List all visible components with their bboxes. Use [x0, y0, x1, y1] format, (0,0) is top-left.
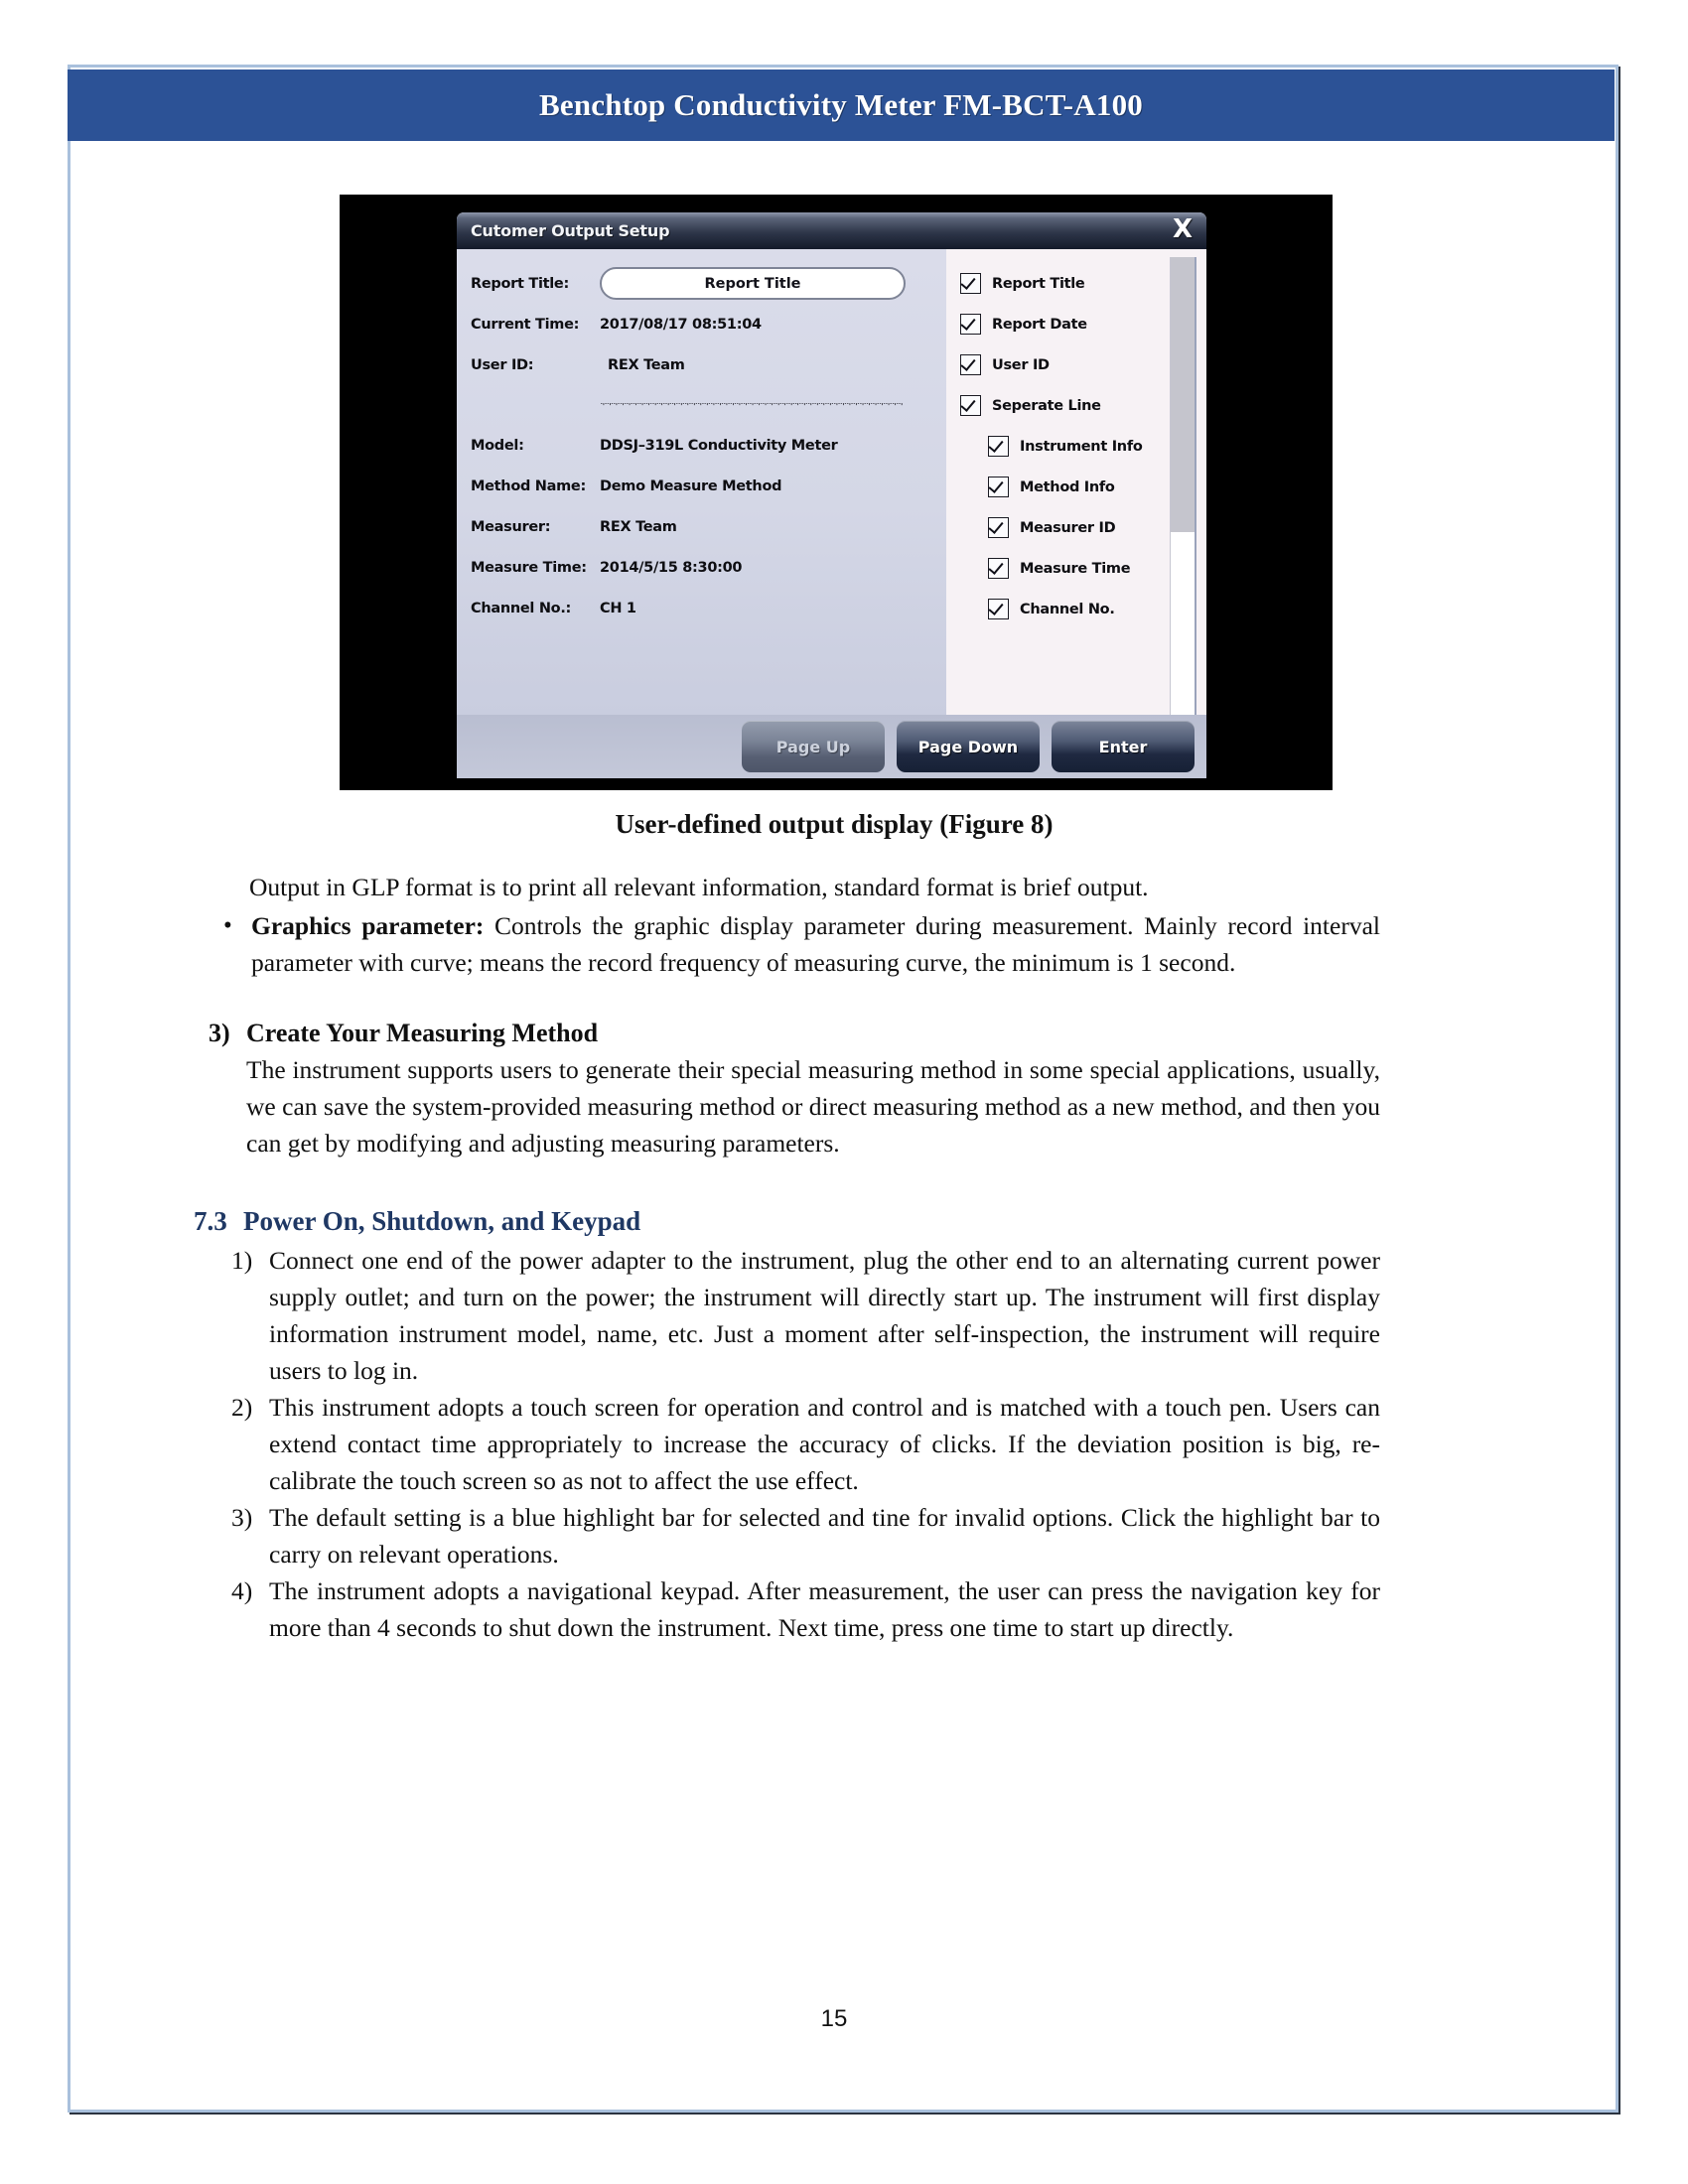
checkbox-label: Measurer ID: [1020, 519, 1116, 536]
intro-paragraph: Output in GLP format is to print all rel…: [249, 873, 1149, 901]
checkbox-checked-icon[interactable]: [988, 599, 1009, 619]
dialog-title: Cutomer Output Setup: [471, 221, 670, 240]
checkbox-checked-icon[interactable]: [960, 314, 981, 335]
section-7-3-number: 7.3: [194, 1206, 227, 1236]
checkbox-label: Measure Time: [1020, 560, 1131, 577]
field-label: Measurer:: [471, 518, 551, 535]
section-create-measuring-method: 3) Create Your Measuring Method The inst…: [194, 1015, 1380, 1161]
report-title-input[interactable]: Report Title: [600, 267, 906, 300]
list-item-text: Connect one end of the power adapter to …: [269, 1246, 1380, 1385]
figure-instrument-screenshot: Cutomer Output Setup X Report Title: Rep…: [340, 195, 1333, 790]
page-down-button[interactable]: Page Down: [897, 721, 1040, 772]
section3-paragraph: The instrument supports users to generat…: [246, 1055, 1380, 1158]
output-options-panel: Report Title Report Date User ID Seperat…: [946, 249, 1206, 715]
field-value: DDSJ–319L Conductivity Meter: [600, 437, 838, 454]
list-item: 3) The default setting is a blue highlig…: [221, 1499, 1380, 1572]
report-preview-panel: Report Title: Report Title Current Time:…: [457, 249, 946, 715]
list-item: 4) The instrument adopts a navigational …: [221, 1572, 1380, 1646]
bullet-body: Graphics parameter: Controls the graphic…: [251, 907, 1380, 981]
checkbox-checked-icon[interactable]: [988, 436, 1009, 457]
list-item-text: This instrument adopts a touch screen fo…: [269, 1393, 1380, 1495]
checkbox-checked-icon[interactable]: [988, 558, 1009, 579]
field-label: Channel No.:: [471, 600, 572, 616]
checkbox-label: Report Date: [992, 316, 1087, 333]
options-scrollbar[interactable]: [1170, 257, 1196, 715]
checkbox-label: Seperate Line: [992, 397, 1101, 414]
field-row-measurer: Measurer: REX Team: [471, 506, 946, 547]
list-item-marker: 3): [231, 1503, 253, 1532]
field-label: Current Time:: [471, 316, 580, 333]
checkbox-label: User ID: [992, 356, 1050, 373]
checkbox-checked-icon[interactable]: [988, 477, 1009, 497]
dialog-footer: Page Up Page Down Enter: [457, 715, 1206, 778]
checkbox-checked-icon[interactable]: [988, 517, 1009, 538]
field-value: CH 1: [600, 600, 636, 616]
bullet-graphics-parameter: • Graphics parameter: Controls the graph…: [223, 907, 1380, 981]
checkbox-label: Report Title: [992, 275, 1085, 292]
list-item-marker: 2): [231, 1393, 253, 1422]
list-item-text: The default setting is a blue highlight …: [269, 1503, 1380, 1569]
section-7-3-list: 1) Connect one end of the power adapter …: [194, 1242, 1380, 1646]
body-text-column: Output in GLP format is to print all rel…: [194, 869, 1380, 1646]
enter-button[interactable]: Enter: [1052, 721, 1195, 772]
checkbox-label: Method Info: [1020, 478, 1115, 495]
list-item-marker: 1): [231, 1246, 253, 1275]
figure-caption: User-defined output display (Figure 8): [615, 809, 1054, 839]
customer-output-setup-dialog: Cutomer Output Setup X Report Title: Rep…: [457, 212, 1206, 778]
bullet-dot-icon: •: [223, 912, 232, 939]
list-item-marker: 4): [231, 1576, 253, 1605]
page-title: Benchtop Conductivity Meter FM-BCT-A100: [539, 87, 1143, 122]
field-value: REX Team: [600, 518, 677, 535]
page-number: 15: [820, 2005, 848, 2032]
checkbox-label: Instrument Info: [1020, 438, 1143, 455]
field-row-separator: ****************************************…: [471, 385, 946, 425]
section-7-3-title: Power On, Shutdown, and Keypad: [243, 1206, 641, 1236]
field-row-measure-time: Measure Time: 2014/5/15 8:30:00: [471, 547, 946, 588]
field-row-report-title: Report Title: Report Title: [471, 263, 946, 304]
field-row-channel-no: Channel No.: CH 1: [471, 588, 946, 628]
dialog-titlebar: Cutomer Output Setup X: [457, 212, 1206, 249]
section3-heading: Create Your Measuring Method: [246, 1019, 599, 1047]
dialog-body: Report Title: Report Title Current Time:…: [457, 249, 1206, 715]
field-value: Demo Measure Method: [600, 478, 782, 494]
field-row-model: Model: DDSJ–319L Conductivity Meter: [471, 425, 946, 466]
field-value: 2014/5/15 8:30:00: [600, 559, 743, 576]
section-7-3-heading: 7.3 Power On, Shutdown, and Keypad: [194, 1203, 1380, 1240]
list-item-text: The instrument adopts a navigational key…: [269, 1576, 1380, 1642]
field-label: User ID:: [471, 356, 534, 373]
checkbox-checked-icon[interactable]: [960, 395, 981, 416]
checkbox-checked-icon[interactable]: [960, 354, 981, 375]
list-item: 1) Connect one end of the power adapter …: [221, 1242, 1380, 1389]
scrollbar-thumb[interactable]: [1171, 257, 1195, 532]
separator-line: ****************************************…: [600, 403, 903, 408]
checkbox-checked-icon[interactable]: [960, 273, 981, 294]
document-header-bar: Benchtop Conductivity Meter FM-BCT-A100: [68, 69, 1615, 141]
field-row-user-id: User ID: REX Team: [471, 344, 946, 385]
field-label: Model:: [471, 437, 524, 454]
field-label: Measure Time:: [471, 559, 587, 576]
checkbox-label: Channel No.: [1020, 601, 1115, 617]
field-row-current-time: Current Time: 2017/08/17 08:51:04: [471, 304, 946, 344]
section3-marker: 3): [209, 1019, 230, 1047]
field-row-method-name: Method Name: Demo Measure Method: [471, 466, 946, 506]
close-icon[interactable]: X: [1173, 214, 1193, 244]
field-value: 2017/08/17 08:51:04: [600, 316, 762, 333]
field-value: REX Team: [608, 356, 685, 373]
bullet-term: Graphics parameter:: [251, 911, 485, 940]
field-label: Report Title:: [471, 275, 569, 292]
field-label: Method Name:: [471, 478, 586, 494]
section3-heading-row: 3) Create Your Measuring Method: [209, 1015, 1380, 1051]
page-up-button[interactable]: Page Up: [742, 721, 885, 772]
list-item: 2) This instrument adopts a touch screen…: [221, 1389, 1380, 1499]
